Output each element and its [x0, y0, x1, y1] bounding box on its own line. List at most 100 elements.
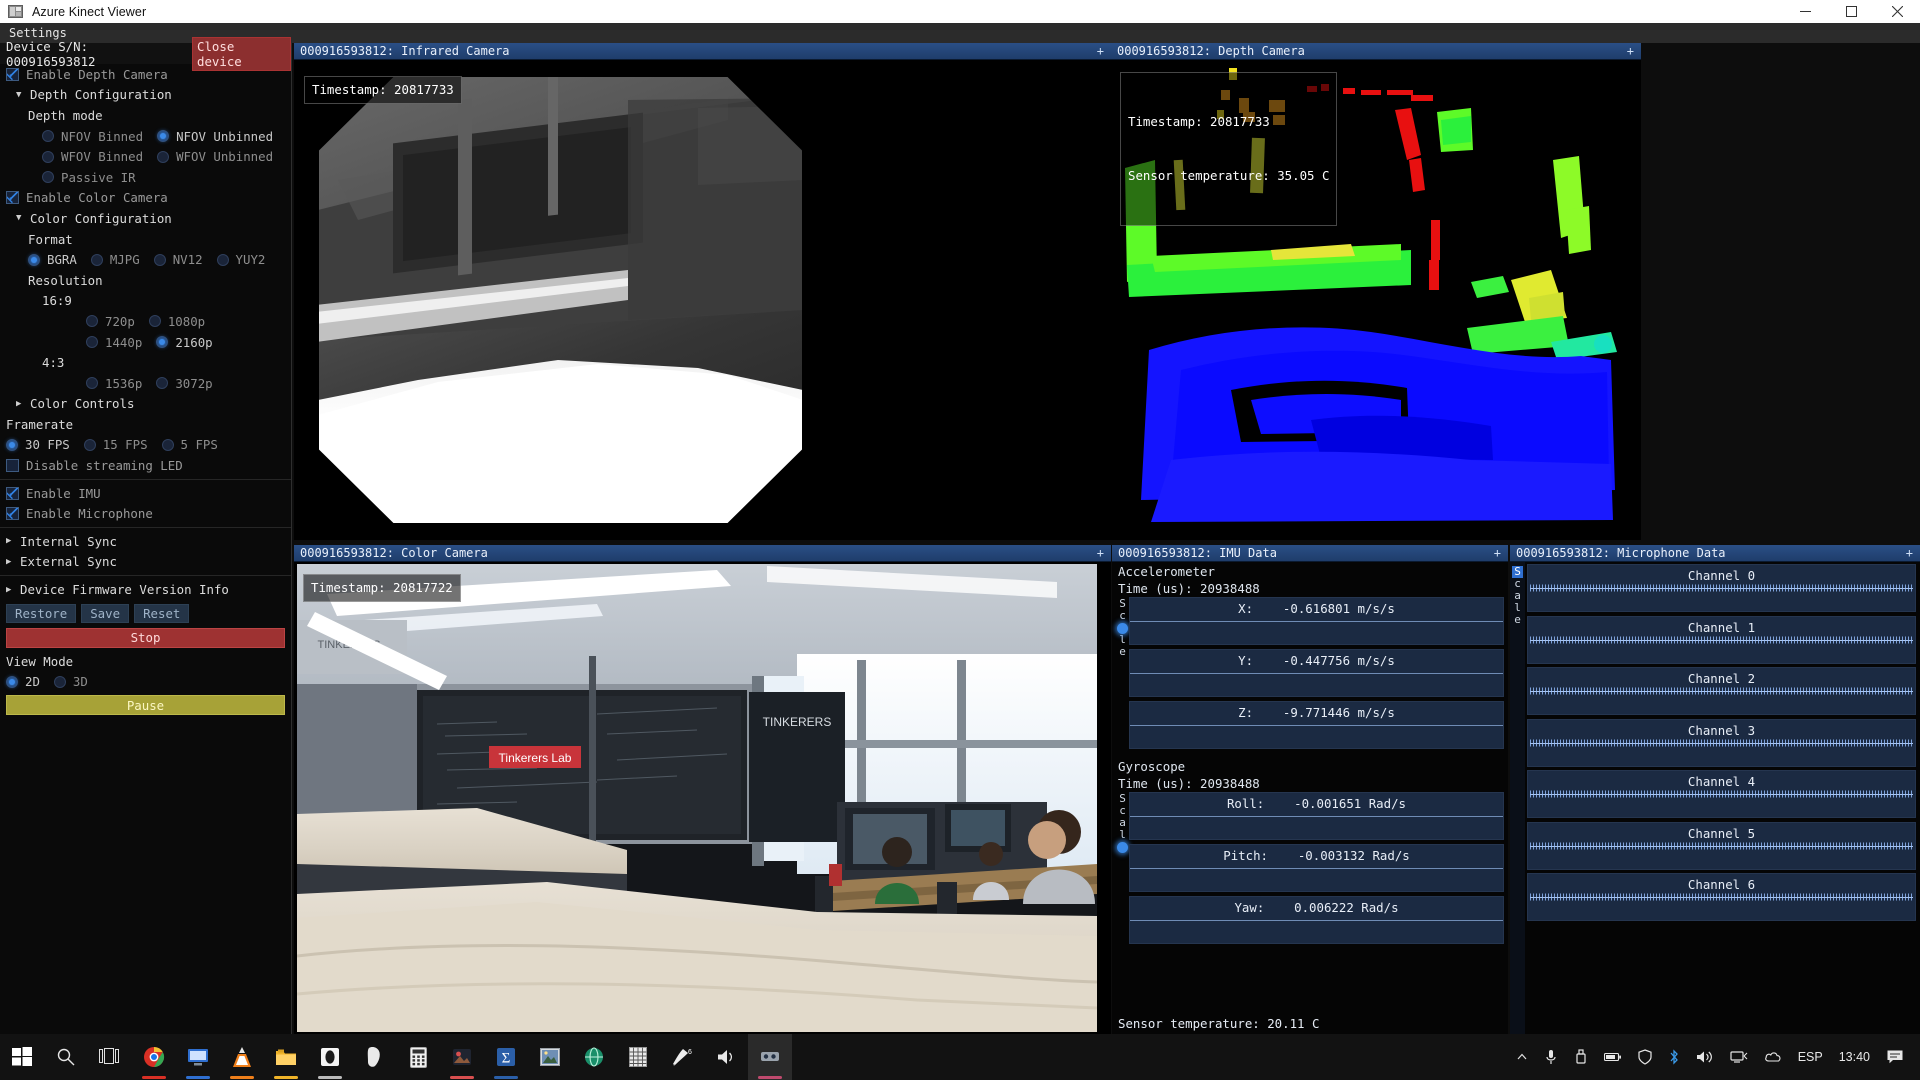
task-view-icon[interactable]	[88, 1034, 132, 1080]
editor-icon[interactable]: 6	[660, 1034, 704, 1080]
color-camera-titlebar[interactable]: 000916593812: Color Camera +	[294, 545, 1111, 562]
radio-icon[interactable]	[148, 315, 161, 328]
radio-icon[interactable]	[6, 438, 18, 451]
close-device-button[interactable]: Close device	[192, 36, 291, 71]
accelerometer-plot-y[interactable]: Y: -0.447756 m/s/s	[1129, 649, 1504, 697]
restore-button[interactable]: Restore	[6, 603, 77, 623]
calculator-icon[interactable]	[396, 1034, 440, 1080]
onedrive-icon[interactable]	[1756, 1034, 1790, 1080]
external-sync-row[interactable]: ▶ External Sync	[0, 552, 291, 573]
close-button[interactable]	[1874, 0, 1920, 23]
opera-icon[interactable]	[308, 1034, 352, 1080]
checkbox-icon[interactable]: ✓	[6, 486, 19, 500]
chevron-right-icon[interactable]: ▶	[6, 536, 15, 546]
radio-wfov-unbinned[interactable]: WFOV Unbinned	[157, 149, 273, 164]
radio-view-2d[interactable]: 2D	[6, 674, 40, 689]
checkbox-icon[interactable]: ✓	[6, 191, 19, 205]
radio-res-720p[interactable]: 720p	[86, 314, 135, 329]
microphone-channel[interactable]: Channel 0	[1527, 564, 1916, 612]
accelerometer-plot-z[interactable]: Z: -9.771446 m/s/s	[1129, 701, 1504, 749]
battery-icon[interactable]	[1596, 1034, 1630, 1080]
microphone-channel[interactable]: Channel 2	[1527, 667, 1916, 715]
color-controls-row[interactable]: ▶ Color Controls	[0, 394, 291, 415]
radio-format-yuy2[interactable]: YUY2	[216, 252, 265, 267]
microphone-icon[interactable]	[1536, 1034, 1566, 1080]
radio-format-nv12[interactable]: NV12	[153, 252, 203, 267]
microphone-titlebar[interactable]: 000916593812: Microphone Data +	[1510, 545, 1920, 562]
reset-button[interactable]: Reset	[134, 603, 190, 623]
microphone-channel[interactable]: Channel 4	[1527, 770, 1916, 818]
checkbox-icon[interactable]: ✓	[6, 507, 19, 521]
maximize-button[interactable]	[1828, 0, 1874, 23]
depth-camera-titlebar[interactable]: 000916593812: Depth Camera +	[1111, 43, 1641, 60]
disable-streaming-led-row[interactable]: Disable streaming LED	[0, 455, 291, 476]
radio-format-mjpg[interactable]: MJPG	[90, 252, 140, 267]
radio-icon[interactable]	[42, 171, 54, 184]
chevron-right-icon[interactable]: ▶	[6, 557, 15, 567]
pause-button[interactable]: Pause	[6, 695, 285, 716]
depth-configuration-row[interactable]: ▼ Depth Configuration	[0, 85, 291, 106]
radio-icon[interactable]	[86, 336, 98, 349]
radio-wfov-binned[interactable]: WFOV Binned	[42, 149, 143, 164]
radio-icon[interactable]	[86, 377, 98, 390]
chrome-icon[interactable]	[132, 1034, 176, 1080]
chevron-right-icon[interactable]: ▶	[6, 585, 15, 595]
math-icon[interactable]: Σ	[484, 1034, 528, 1080]
radio-format-bgra[interactable]: BGRA	[28, 252, 77, 267]
audio-icon[interactable]	[704, 1034, 748, 1080]
microphone-scale-slider[interactable]: S c a l e	[1510, 562, 1525, 1034]
radio-icon[interactable]	[157, 150, 170, 163]
save-button[interactable]: Save	[81, 603, 130, 623]
infrared-camera-titlebar[interactable]: 000916593812: Infrared Camera +	[294, 43, 1111, 60]
microphone-channel[interactable]: Channel 1	[1527, 615, 1916, 664]
microphone-channel[interactable]: Channel 6	[1527, 873, 1916, 921]
radio-res-2160p[interactable]: 2160p	[156, 335, 213, 350]
start-icon[interactable]	[0, 1034, 44, 1080]
stop-button[interactable]: Stop	[6, 627, 285, 648]
remote-desktop-icon[interactable]	[176, 1034, 220, 1080]
security-icon[interactable]	[1630, 1034, 1660, 1080]
radio-icon[interactable]	[53, 675, 66, 688]
color-configuration-row[interactable]: ▼ Color Configuration	[0, 208, 291, 229]
spreadsheet-icon[interactable]	[616, 1034, 660, 1080]
enable-microphone-row[interactable]: ✓ Enable Microphone	[0, 503, 291, 524]
radio-view-3d[interactable]: 3D	[53, 674, 88, 689]
expand-icon[interactable]: +	[1494, 546, 1501, 560]
accelerometer-scale-slider[interactable]: Sc al e	[1116, 597, 1129, 753]
gyroscope-plot-yaw[interactable]: Yaw: 0.006222 Rad/s	[1129, 896, 1504, 944]
taskbar-clock[interactable]: 13:40	[1831, 1050, 1878, 1064]
volume-icon[interactable]	[1688, 1034, 1722, 1080]
radio-res-3072p[interactable]: 3072p	[156, 376, 213, 391]
enable-color-camera-row[interactable]: ✓ Enable Color Camera	[0, 188, 291, 209]
radio-icon[interactable]	[216, 253, 229, 266]
radio-passive-ir[interactable]: Passive IR	[42, 170, 136, 185]
chevron-down-icon[interactable]: ▼	[16, 90, 25, 100]
show-hidden-icons-chevron[interactable]	[1508, 1034, 1536, 1080]
radio-icon[interactable]	[90, 253, 103, 266]
radio-icon[interactable]	[156, 336, 169, 349]
radio-icon[interactable]	[28, 253, 40, 266]
language-indicator[interactable]: ESP	[1790, 1034, 1831, 1080]
gyroscope-plot-pitch[interactable]: Pitch: -0.003132 Rad/s	[1129, 844, 1504, 892]
radio-icon[interactable]	[83, 438, 96, 451]
browser-icon[interactable]	[572, 1034, 616, 1080]
microphone-channel[interactable]: Channel 5	[1527, 821, 1916, 870]
checkbox-icon[interactable]: ✓	[6, 67, 19, 81]
radio-nfov-binned[interactable]: NFOV Binned	[42, 129, 143, 144]
usb-device-icon[interactable]	[1566, 1034, 1596, 1080]
internal-sync-row[interactable]: ▶ Internal Sync	[0, 531, 291, 552]
imu-titlebar[interactable]: 000916593812: IMU Data +	[1112, 545, 1508, 562]
radio-res-1080p[interactable]: 1080p	[148, 314, 205, 329]
radio-30-fps[interactable]: 30 FPS	[6, 437, 70, 452]
vlc-icon[interactable]	[220, 1034, 264, 1080]
expand-icon[interactable]: +	[1097, 546, 1104, 560]
radio-icon[interactable]	[6, 675, 18, 688]
radio-res-1536p[interactable]: 1536p	[86, 376, 142, 391]
checkbox-icon[interactable]	[6, 459, 19, 473]
image-viewer-icon[interactable]	[528, 1034, 572, 1080]
microphone-channel[interactable]: Channel 3	[1527, 718, 1916, 767]
radio-15-fps[interactable]: 15 FPS	[83, 437, 148, 452]
radio-icon[interactable]	[153, 253, 166, 266]
search-icon[interactable]	[44, 1034, 88, 1080]
expand-icon[interactable]: +	[1097, 44, 1104, 58]
